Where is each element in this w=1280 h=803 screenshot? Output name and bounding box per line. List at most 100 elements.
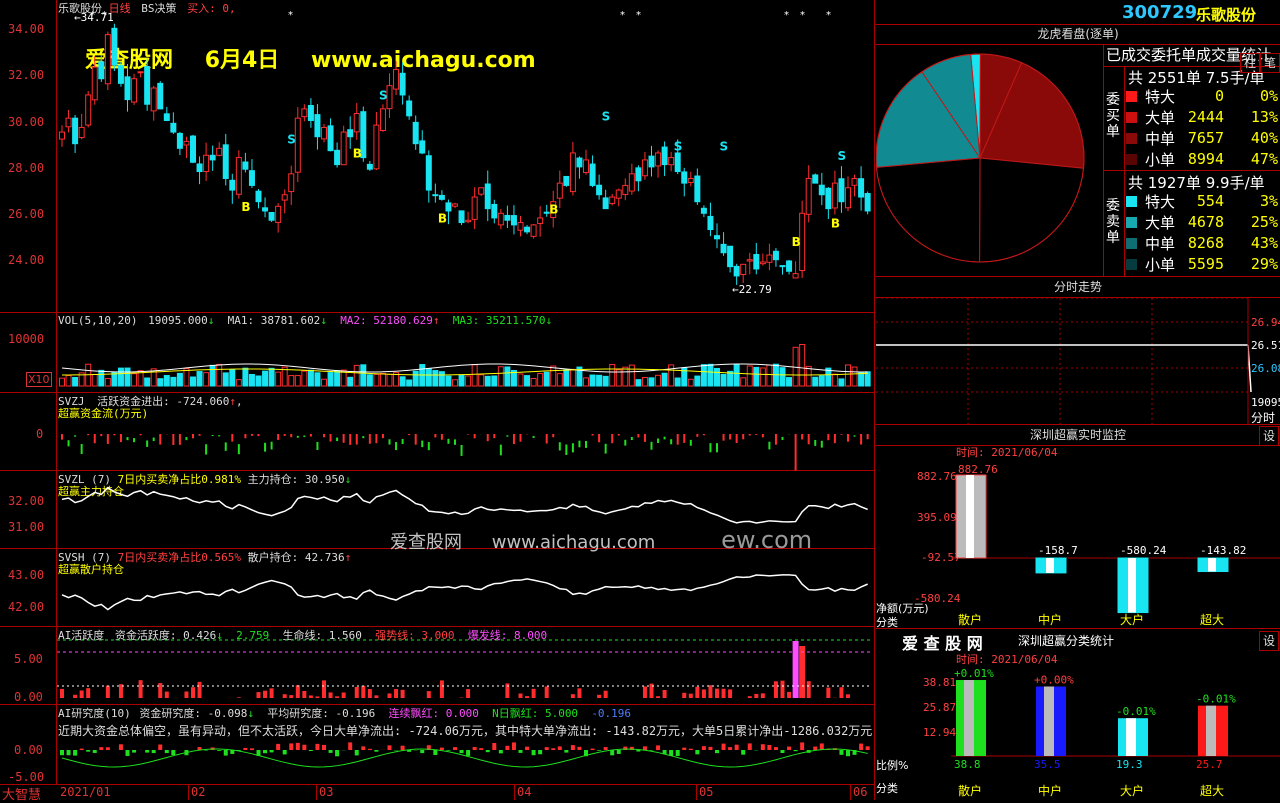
flow-bar [316, 442, 318, 450]
monitor-settings-button[interactable]: 设 [1259, 426, 1279, 446]
flow-bar [382, 434, 384, 438]
fenshi-vol: 19095 [1251, 396, 1280, 409]
candle-body [191, 136, 196, 162]
monitor-category: 大户 [1120, 612, 1144, 627]
volume-bar [839, 379, 844, 386]
volume-bar [66, 375, 71, 386]
candle-body [505, 215, 510, 220]
stat2-change: -0.01% [1196, 693, 1236, 706]
activity-bar [708, 685, 712, 698]
candle-body [603, 198, 608, 209]
candle-body [315, 115, 320, 137]
candle-body [773, 251, 778, 259]
order-row: 特大 554 3% [1126, 191, 1280, 211]
candle-body [760, 262, 765, 264]
flow-bar [271, 442, 273, 450]
flow-bar [127, 437, 129, 440]
candle-body [852, 178, 857, 185]
flow-bar [159, 434, 161, 445]
volume-bar [400, 377, 405, 386]
intraday-chart[interactable] [876, 298, 1280, 424]
candle-body [787, 261, 792, 271]
research-bar [335, 750, 339, 756]
volume-bar [669, 365, 674, 386]
flow-bar [107, 434, 109, 444]
volume-bar [485, 376, 490, 386]
stock-code: 300729 [1122, 2, 1197, 23]
candle-body [204, 155, 209, 171]
activity-bar [335, 696, 339, 698]
volume-bar [256, 376, 261, 386]
flow-bar [782, 437, 784, 440]
research-bar [283, 750, 287, 754]
order-kind: 大单 [1145, 212, 1175, 233]
candle-body [263, 208, 268, 211]
volume-bar [60, 378, 65, 386]
signal-sell: S [379, 89, 388, 103]
volume-bar [701, 365, 706, 386]
monitor-bar-value: -580.24 [1120, 544, 1167, 557]
volume-bar [538, 374, 543, 386]
research-bar [525, 747, 529, 750]
volume-bar [335, 371, 340, 386]
flow-bar [814, 440, 816, 446]
tab-zhu[interactable]: 柱 [1240, 53, 1260, 73]
activity-bar [440, 680, 444, 698]
flow-bar [172, 434, 174, 445]
candle-body [79, 127, 84, 137]
volume-bar [426, 369, 431, 386]
volume-bar [741, 378, 746, 386]
candle-body [132, 79, 137, 102]
candle-body [518, 223, 523, 231]
volume-bar [747, 366, 752, 386]
research-bar [171, 750, 175, 755]
candle-body [66, 118, 71, 127]
flow-bar [867, 434, 869, 439]
volume-bar [158, 379, 163, 386]
research-bar [433, 750, 437, 755]
volume-bar [308, 370, 313, 386]
signal-sell: S [720, 140, 729, 154]
sell-side-label: 委卖单 [1106, 198, 1122, 246]
candle-body [865, 194, 870, 211]
flow-bar [795, 434, 797, 470]
monitor-bar-value: 882.76 [958, 463, 998, 476]
activity-bar [401, 690, 405, 698]
activity-bar [663, 690, 667, 698]
candle-body [629, 174, 634, 191]
research-bar [774, 747, 778, 750]
candlestick-chart[interactable]: BBBSSSBBSSSB******** [0, 0, 874, 800]
volume-bar [263, 371, 268, 386]
volume-bar [407, 380, 412, 386]
stat2-settings-button[interactable]: 设 [1259, 631, 1279, 651]
flow-bar [238, 444, 240, 454]
candle-body [223, 145, 228, 179]
flow-bar [651, 442, 653, 450]
candle-body [413, 122, 418, 143]
main-chart-area[interactable]: 34.00 32.00 30.00 28.00 26.00 24.00 1000… [0, 0, 875, 800]
flow-bar [631, 437, 633, 440]
candle-body [715, 236, 720, 239]
color-swatch [1126, 196, 1137, 207]
candle-body [426, 156, 431, 190]
candle-body [472, 197, 477, 219]
research-bar [348, 742, 352, 750]
activity-bar [329, 692, 333, 698]
research-bar [682, 748, 686, 750]
candle-body [682, 172, 687, 183]
activity-bar [643, 686, 647, 698]
flow-bar [775, 434, 777, 445]
tab-bi[interactable]: 笔 [1260, 53, 1280, 73]
research-bar [401, 746, 405, 750]
research-bar [473, 747, 477, 750]
research-bar [355, 750, 359, 755]
research-bar [460, 750, 464, 753]
candle-body [348, 130, 353, 137]
volume-bar [249, 374, 254, 386]
activity-bar [368, 689, 372, 698]
volume-bar [721, 374, 726, 386]
volume-bar [531, 378, 536, 386]
order-count: 8994 [1188, 150, 1224, 168]
monitor-category: 超大 [1200, 612, 1224, 627]
flow-bar [349, 434, 351, 445]
